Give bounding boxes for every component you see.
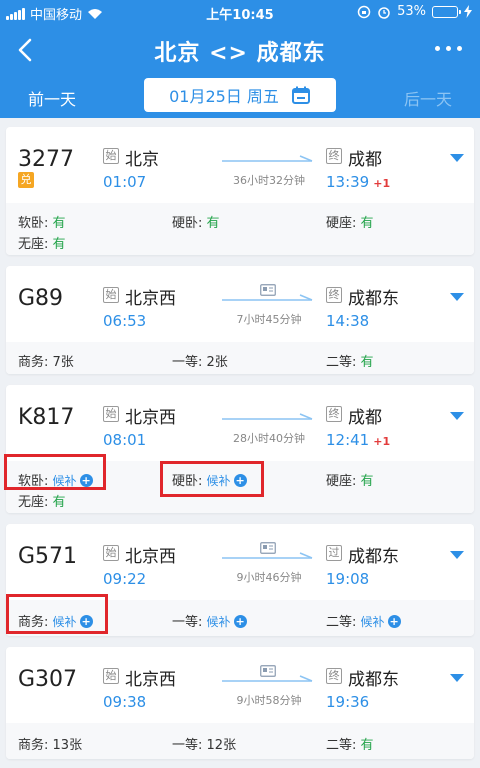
departure-station: 北京西	[125, 547, 176, 567]
expand-chevron-icon[interactable]	[450, 153, 464, 163]
pass-through-tag: 过	[326, 545, 342, 561]
seat-first-class: 一等: 2张	[172, 355, 228, 370]
travel-duration: 7小时45分钟	[236, 313, 302, 326]
seat-hard-seat: 硬座: 有	[326, 216, 374, 231]
next-day-marker: +1	[373, 435, 391, 448]
seat-business: 商务: 13张	[18, 738, 83, 753]
alarm-icon	[378, 6, 390, 19]
battery-icon	[432, 5, 461, 18]
next-day-button[interactable]: 后一天	[404, 86, 452, 110]
seat-second-class: 二等: 有	[326, 738, 374, 753]
arrival-station: 成都	[348, 408, 382, 428]
seat-hard-seat: 硬座: 有	[326, 474, 374, 489]
seat-availability: 软卧: 有 硬卧: 有 硬座: 有 无座: 有	[6, 203, 474, 255]
arrival-station: 成都	[348, 150, 382, 170]
seat-soft-sleeper: 软卧: 有	[18, 216, 66, 231]
date-bar: 前一天 01月25日 周五 后一天	[0, 74, 480, 118]
travel-duration: 36小时32分钟	[233, 174, 305, 187]
next-day-marker: +1	[373, 177, 391, 190]
arrival-time: 19:36	[326, 693, 370, 711]
departure-time: 06:53	[103, 312, 147, 330]
highlight-box	[160, 461, 264, 497]
seat-business: 商务: 7张	[18, 355, 74, 370]
route-arrow-icon	[222, 294, 313, 301]
battery-percent: 53%	[397, 4, 426, 19]
arrival-time: 12:41 +1	[326, 431, 391, 449]
seat-second-class[interactable]: 二等: 候补 +	[326, 611, 401, 630]
seat-availability: 商务: 7张 一等: 2张 二等: 有	[6, 342, 474, 374]
train-card[interactable]: G571 始 北京西 09:22 9小时46分钟 过 成都东 19:08 商务:…	[6, 524, 474, 636]
date-picker[interactable]: 01月25日 周五	[144, 78, 336, 112]
train-number: K817	[18, 405, 75, 430]
charging-icon	[464, 5, 472, 18]
terminal-tag: 终	[326, 287, 342, 303]
origin-tag: 始	[103, 148, 119, 164]
arrival-time: 19:08	[326, 570, 370, 588]
arrival-station: 成都东	[348, 670, 399, 690]
exchange-badge: 兑	[18, 172, 34, 188]
travel-duration: 28小时40分钟	[233, 432, 305, 445]
seat-first-class[interactable]: 一等: 候补 +	[172, 611, 247, 630]
arrival-station: 成都东	[348, 547, 399, 567]
terminal-tag: 终	[326, 148, 342, 164]
seat-availability: 商务: 13张 一等: 12张 二等: 有	[6, 723, 474, 759]
waitlist-add-icon[interactable]: +	[233, 615, 247, 628]
arrival-time: 14:38	[326, 312, 370, 330]
route-arrow-icon	[222, 155, 313, 162]
origin-tag: 始	[103, 287, 119, 303]
origin-tag: 始	[103, 668, 119, 684]
train-card[interactable]: G89 始 北京西 06:53 7小时45分钟 终 成都东 14:38 商务: …	[6, 266, 474, 374]
terminal-tag: 终	[326, 406, 342, 422]
waitlist-add-icon[interactable]: +	[387, 615, 401, 628]
travel-duration: 9小时58分钟	[236, 694, 302, 707]
selected-date: 01月25日 周五	[169, 87, 279, 106]
departure-station: 北京西	[125, 408, 176, 428]
highlight-box	[4, 454, 106, 490]
expand-chevron-icon[interactable]	[450, 411, 464, 421]
arrival-time: 13:39 +1	[326, 173, 391, 191]
departure-station: 北京	[125, 150, 159, 170]
departure-station: 北京西	[125, 670, 176, 690]
train-card[interactable]: 3277 兑 始 北京 01:07 36小时32分钟 终 成都 13:39 +1 …	[6, 127, 474, 255]
origin-tag: 始	[103, 406, 119, 422]
expand-chevron-icon[interactable]	[450, 673, 464, 683]
calendar-icon	[291, 86, 310, 104]
seat-second-class: 二等: 有	[326, 355, 374, 370]
route-arrow-icon	[222, 552, 313, 559]
departure-time: 08:01	[103, 431, 147, 449]
seat-no-seat: 无座: 有	[18, 237, 66, 252]
seat-no-seat: 无座: 有	[18, 495, 66, 510]
lock-rotation-icon	[357, 5, 371, 18]
train-number: 3277	[18, 147, 74, 172]
origin-tag: 始	[103, 545, 119, 561]
expand-chevron-icon[interactable]	[450, 550, 464, 560]
seat-hard-sleeper: 硬卧: 有	[172, 216, 220, 231]
travel-duration: 9小时46分钟	[236, 571, 302, 584]
more-options-icon[interactable]	[435, 46, 462, 51]
page-title: 北京 <> 成都东	[154, 41, 326, 66]
arrival-station: 成都东	[348, 289, 399, 309]
highlight-box	[6, 594, 108, 634]
train-number: G571	[18, 544, 78, 569]
nav-bar: 北京 <> 成都东	[0, 26, 480, 74]
departure-time: 09:38	[103, 693, 147, 711]
train-card[interactable]: K817 始 北京西 08:01 28小时40分钟 终 成都 12:41 +1 软…	[4, 385, 474, 513]
train-card[interactable]: G307 始 北京西 09:38 9小时58分钟 终 成都东 19:36 商务:…	[6, 647, 474, 759]
departure-time: 09:22	[103, 570, 147, 588]
seat-first-class: 一等: 12张	[172, 738, 237, 753]
route-arrow-icon	[222, 675, 313, 682]
expand-chevron-icon[interactable]	[450, 292, 464, 302]
prev-day-button[interactable]: 前一天	[28, 86, 76, 110]
train-number: G307	[18, 667, 78, 692]
route-arrow-icon	[222, 413, 313, 420]
departure-time: 01:07	[103, 173, 147, 191]
train-number: G89	[18, 286, 64, 311]
departure-station: 北京西	[125, 289, 176, 309]
terminal-tag: 终	[326, 668, 342, 684]
status-bar: 中国移动 上午10:45 53%	[0, 0, 480, 26]
